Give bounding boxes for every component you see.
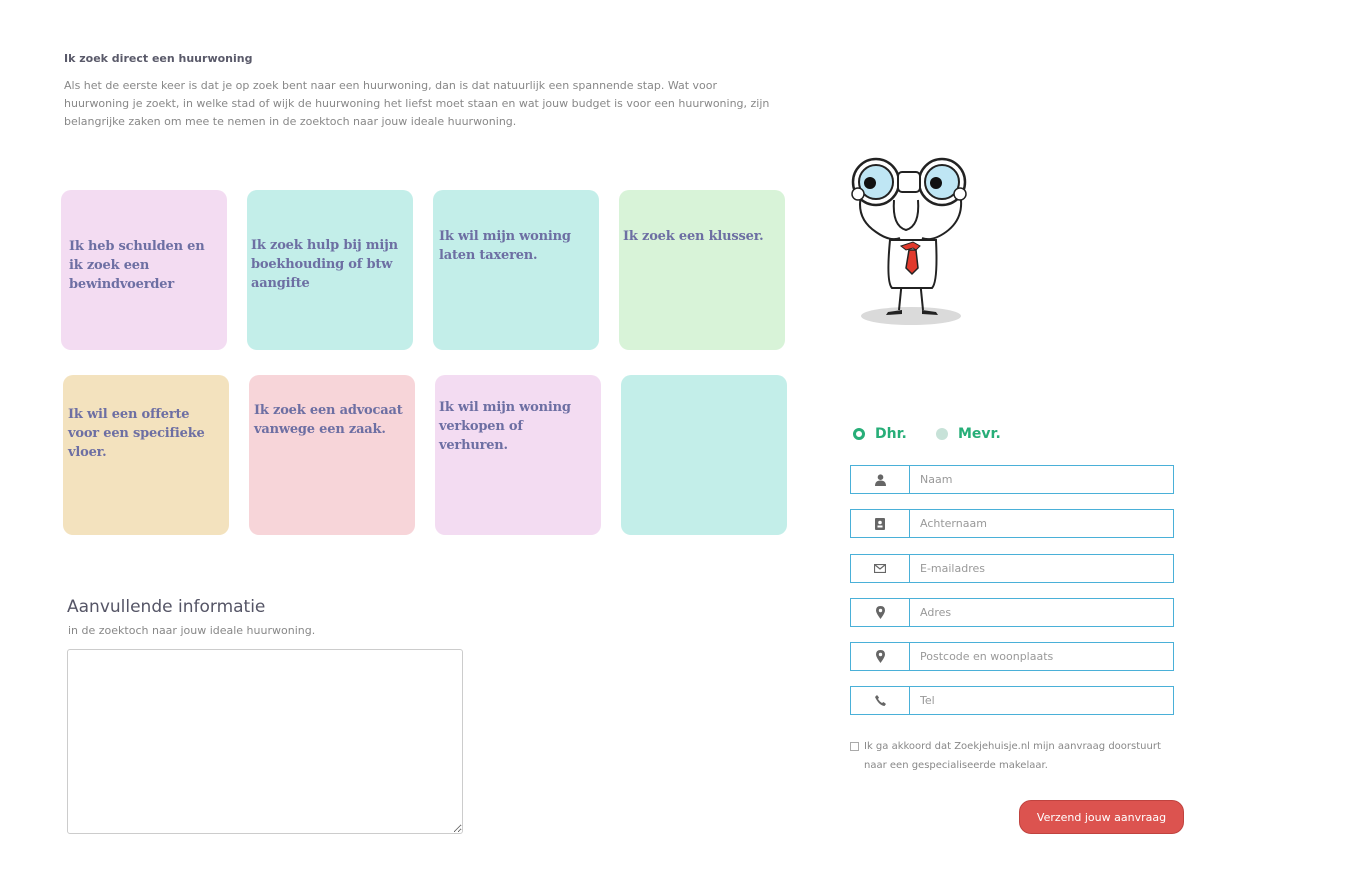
category-card[interactable]: Ik heb schulden en ik zoek een bewindvoe… <box>61 190 227 350</box>
naam-input[interactable] <box>910 466 1173 493</box>
intro-title: Ik zoek direct een huurwoning <box>64 52 253 65</box>
email-field[interactable] <box>850 554 1174 583</box>
category-card[interactable]: Ik wil mijn woning verkopen of verhuren. <box>435 375 601 535</box>
radio-dhr-indicator[interactable] <box>853 428 865 440</box>
category-card-label: Ik zoek een advocaat vanwege een zaak. <box>254 403 403 437</box>
user-icon <box>851 466 910 493</box>
category-card[interactable]: Ik zoek een klusser. <box>619 190 785 350</box>
id-card-icon <box>851 510 910 537</box>
category-card-label: Ik heb schulden en ik zoek een bewindvoe… <box>69 239 205 292</box>
extra-info-subtitle: in de zoektoch naar jouw ideale huurwoni… <box>68 624 316 637</box>
extra-info-textarea[interactable] <box>67 649 463 834</box>
postcode-input[interactable] <box>910 643 1173 670</box>
adres-field[interactable] <box>850 598 1174 627</box>
category-card[interactable] <box>621 375 787 535</box>
submit-button[interactable]: Verzend jouw aanvraag <box>1019 800 1184 834</box>
category-card-label: Ik wil mijn woning verkopen of verhuren. <box>439 400 571 453</box>
category-card-label: Ik zoek een klusser. <box>623 229 764 244</box>
adres-input[interactable] <box>910 599 1173 626</box>
envelope-icon <box>851 555 910 582</box>
binoculars-mascot-illustration <box>851 157 967 325</box>
email-input[interactable] <box>910 555 1173 582</box>
category-card[interactable]: Ik wil mijn woning laten taxeren. <box>433 190 599 350</box>
consent-row: Ik ga akkoord dat Zoekjehuisje.nl mijn a… <box>850 737 1180 775</box>
achternaam-field[interactable] <box>850 509 1174 538</box>
category-card-label: Ik zoek hulp bij mijn boekhouding of btw… <box>251 238 398 291</box>
category-card[interactable]: Ik zoek een advocaat vanwege een zaak. <box>249 375 415 535</box>
tel-field[interactable] <box>850 686 1174 715</box>
postcode-field[interactable] <box>850 642 1174 671</box>
radio-mevr-indicator[interactable] <box>936 428 948 440</box>
category-card-label: Ik wil mijn woning laten taxeren. <box>439 229 571 263</box>
extra-info-title: Aanvullende informatie <box>67 597 266 617</box>
achternaam-input[interactable] <box>910 510 1173 537</box>
category-card-label: Ik wil een offerte voor een specifieke v… <box>68 407 205 460</box>
naam-field[interactable] <box>850 465 1174 494</box>
category-card[interactable]: Ik wil een offerte voor een specifieke v… <box>63 375 229 535</box>
consent-checkbox[interactable] <box>850 742 859 751</box>
radio-dhr-label: Dhr. <box>875 426 907 442</box>
map-marker-icon <box>851 599 910 626</box>
tel-input[interactable] <box>910 687 1173 714</box>
phone-icon <box>851 687 910 714</box>
map-marker-icon <box>851 643 910 670</box>
radio-dhr[interactable]: Dhr. <box>853 426 907 442</box>
radio-mevr[interactable]: Mevr. <box>936 426 1001 442</box>
intro-text: Als het de eerste keer is dat je op zoek… <box>64 79 770 128</box>
consent-label: Ik ga akkoord dat Zoekjehuisje.nl mijn a… <box>864 741 1161 771</box>
category-card[interactable]: Ik zoek hulp bij mijn boekhouding of btw… <box>247 190 413 350</box>
radio-mevr-label: Mevr. <box>958 426 1001 442</box>
